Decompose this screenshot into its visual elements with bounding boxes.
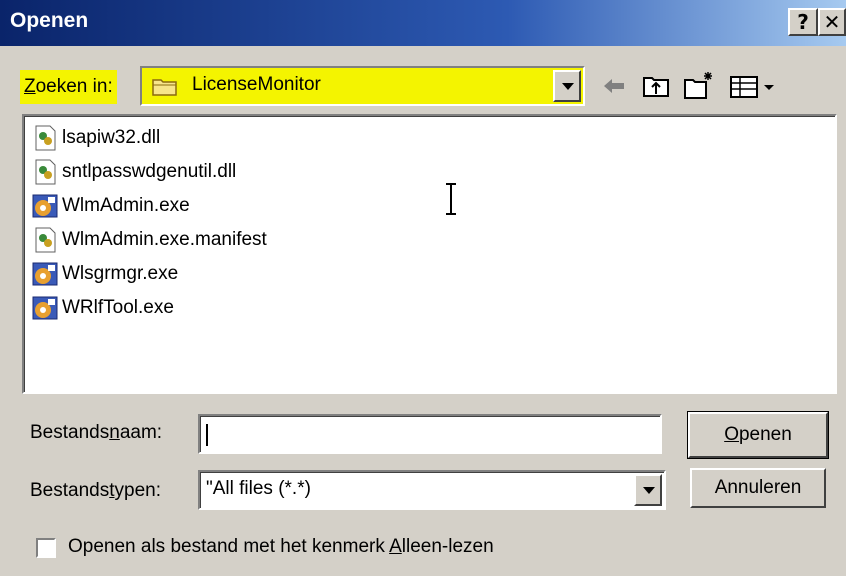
open-button-accel: O (724, 424, 739, 445)
folder-icon (152, 79, 177, 96)
file-name: lsapiw32.dll (62, 127, 161, 148)
open-button[interactable]: Openen (687, 411, 829, 459)
cancel-button[interactable]: Annuleren (690, 468, 826, 508)
filename-label: Bestandsnaam: (30, 422, 162, 444)
exe-file-icon (32, 296, 58, 320)
look-in-combobox[interactable]: LicenseMonitor (140, 66, 585, 106)
file-name: WRlfTool.exe (62, 297, 174, 318)
readonly-checkbox[interactable] (36, 538, 56, 558)
list-item[interactable]: lsapiw32.dll (32, 122, 160, 154)
dll-file-icon (35, 227, 56, 253)
title-bar[interactable]: Openen ? ✕ (0, 0, 846, 46)
file-name: WlmAdmin.exe (62, 195, 190, 216)
filetype-label-pre: Bestands (30, 480, 110, 501)
filetype-label-post: ypen: (114, 480, 161, 501)
readonly-label-pre: Openen als bestand met het kenmerk (68, 536, 390, 557)
look-in-value: LicenseMonitor (192, 74, 321, 95)
help-button[interactable]: ? (788, 8, 818, 36)
close-button[interactable]: ✕ (818, 8, 846, 36)
filename-input[interactable] (198, 414, 662, 454)
text-cursor-icon (446, 183, 456, 215)
file-name: Wlsgrmgr.exe (62, 263, 179, 284)
list-item[interactable]: Wlsgrmgr.exe (32, 258, 178, 290)
filetype-value: "All files (*.*) (206, 478, 311, 499)
readonly-label-accel: A (389, 536, 402, 557)
filetype-dropdown-button[interactable] (634, 474, 662, 506)
dll-file-icon (35, 159, 56, 185)
view-menu-icon[interactable] (728, 70, 780, 102)
window-title: Openen (10, 9, 89, 32)
file-name: WlmAdmin.exe.manifest (62, 229, 267, 250)
up-folder-icon[interactable] (640, 70, 672, 102)
exe-file-icon (32, 194, 58, 218)
list-item[interactable]: sntlpasswdgenutil.dll (32, 156, 236, 188)
look-in-accel: Z (24, 76, 36, 97)
exe-file-icon (32, 262, 58, 286)
open-file-dialog: Openen ? ✕ Zoeken in: LicenseMonitor lsa… (0, 0, 846, 576)
filename-label-accel: n (109, 422, 120, 443)
new-folder-icon[interactable] (682, 70, 714, 102)
input-caret (206, 424, 208, 446)
list-item[interactable]: WlmAdmin.exe (32, 190, 190, 222)
back-arrow-icon[interactable] (598, 70, 630, 102)
filetype-label: Bestandstypen: (30, 480, 161, 502)
readonly-label-post: lleen-lezen (401, 536, 494, 557)
filetype-select[interactable]: "All files (*.*) (198, 470, 666, 510)
open-button-label: penen (738, 424, 792, 445)
filename-label-post: aam: (119, 422, 163, 443)
filename-label-pre: Bestands (30, 422, 110, 443)
list-item[interactable]: WRlfTool.exe (32, 292, 174, 324)
look-in-label: Zoeken in: (20, 70, 117, 104)
look-in-dropdown-button[interactable] (553, 70, 581, 102)
file-list[interactable]: lsapiw32.dll sntlpasswdgenutil.dll WlmAd… (22, 114, 837, 394)
list-item[interactable]: WlmAdmin.exe.manifest (32, 224, 267, 256)
dll-file-icon (35, 125, 56, 151)
look-in-label-text: oeken in: (35, 76, 113, 97)
readonly-label[interactable]: Openen als bestand met het kenmerk Allee… (68, 536, 494, 558)
file-name: sntlpasswdgenutil.dll (62, 161, 237, 182)
